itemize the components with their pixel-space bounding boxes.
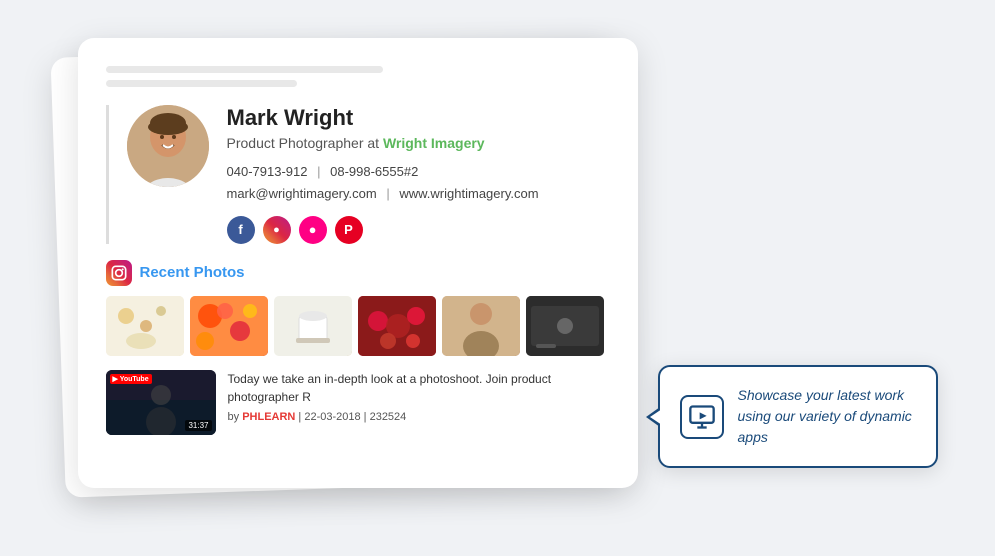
photo-1[interactable] — [106, 296, 184, 356]
signature-card: Mark Wright Product Photographer at Wrig… — [78, 38, 638, 488]
callout-text: Showcase your latest work using our vari… — [738, 385, 916, 448]
callout-icon — [680, 395, 724, 439]
top-bar — [106, 66, 610, 87]
video-section: ▶ YouTube HOW TO SHOOT & EDIT PRODUCT PH… — [106, 370, 610, 435]
photo-2[interactable] — [190, 296, 268, 356]
instagram-section-icon — [106, 260, 132, 286]
recent-photos-header: Recent Photos — [106, 260, 610, 286]
social-icons: f ● ● P — [227, 216, 610, 244]
scene: Mark Wright Product Photographer at Wrig… — [48, 28, 948, 528]
recent-photos-label: Recent Photos — [140, 264, 245, 281]
flickr-icon[interactable]: ● — [299, 216, 327, 244]
video-description: Today we take an in-depth look at a phot… — [228, 370, 610, 406]
title-prefix: Product Photographer at — [227, 135, 383, 151]
video-meta: by PHLEARN | 22-03-2018 | 232524 — [228, 411, 610, 423]
video-meta-info: | 22-03-2018 | 232524 — [298, 411, 406, 423]
video-channel: PHLEARN — [242, 411, 295, 423]
profile-contact: 040-7913-912 | 08-998-6555#2 mark@wright… — [227, 161, 610, 205]
video-thumbnail[interactable]: ▶ YouTube HOW TO SHOOT & EDIT PRODUCT PH… — [106, 370, 216, 435]
profile-name: Mark Wright — [227, 105, 610, 131]
facebook-icon[interactable]: f — [227, 216, 255, 244]
company-name: Wright Imagery — [383, 135, 485, 151]
callout-tooltip: Showcase your latest work using our vari… — [658, 365, 938, 468]
top-line-1 — [106, 66, 383, 73]
youtube-logo: ▶ YouTube — [110, 374, 152, 384]
email-web-line: mark@wrightimagery.com | www.wrightimage… — [227, 183, 610, 205]
pinterest-icon[interactable]: P — [335, 216, 363, 244]
profile-section: Mark Wright Product Photographer at Wrig… — [106, 105, 610, 244]
avatar — [127, 105, 209, 187]
photo-3[interactable] — [274, 296, 352, 356]
video-info: Today we take an in-depth look at a phot… — [228, 370, 610, 423]
video-duration: 31:37 — [185, 420, 211, 431]
photo-5[interactable] — [442, 296, 520, 356]
photo-6[interactable] — [526, 296, 604, 356]
photo-grid — [106, 296, 610, 356]
photo-4[interactable] — [358, 296, 436, 356]
recent-photos-section: Recent Photos — [106, 260, 610, 356]
instagram-icon[interactable]: ● — [263, 216, 291, 244]
phone-line: 040-7913-912 | 08-998-6555#2 — [227, 161, 610, 183]
top-line-2 — [106, 80, 298, 87]
profile-title: Product Photographer at Wright Imagery — [227, 135, 610, 151]
profile-info: Mark Wright Product Photographer at Wrig… — [227, 105, 610, 244]
